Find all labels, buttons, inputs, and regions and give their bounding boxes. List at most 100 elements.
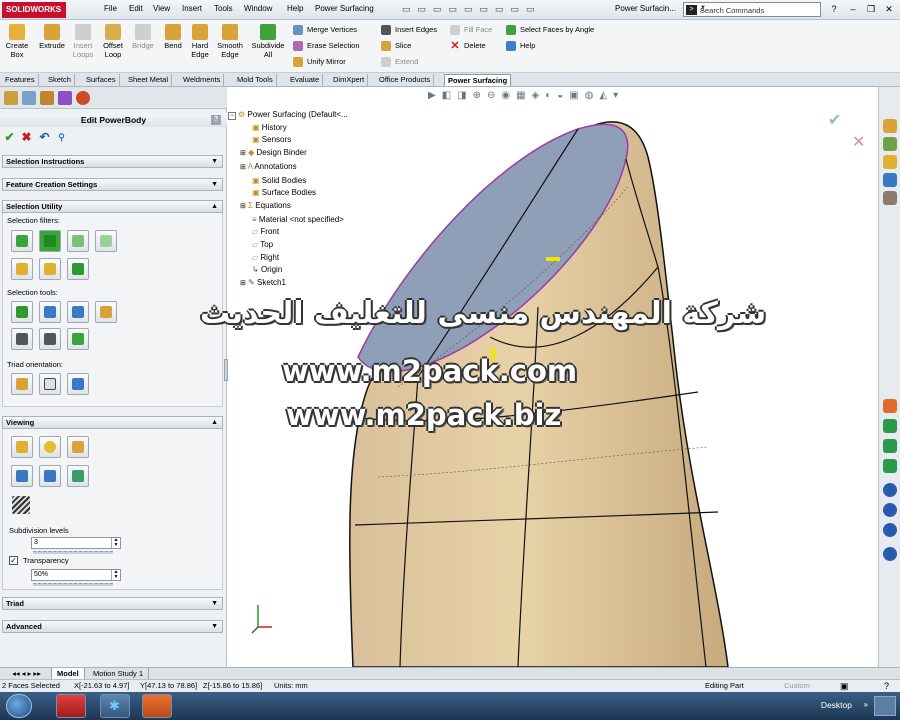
help-icon[interactable]: ?: [826, 3, 842, 16]
display-manager-icon[interactable]: [76, 91, 90, 105]
expand-toggle-icon[interactable]: ⊞: [240, 280, 246, 287]
tree-item-sensors[interactable]: ▣ Sensors: [228, 134, 388, 147]
unit-system[interactable]: Custom: [784, 680, 810, 692]
offset-loop-button[interactable]: Offset Loop: [98, 24, 128, 59]
bridge-button[interactable]: Bridge: [128, 24, 158, 51]
tab-office-products[interactable]: Office Products: [376, 74, 435, 86]
section-selection-utility[interactable]: Selection Utility ▲: [2, 200, 223, 213]
tab-mold-tools[interactable]: Mold Tools: [234, 74, 277, 86]
undo-icon[interactable]: ↶: [38, 131, 51, 144]
create-box-button[interactable]: Create Box: [2, 24, 32, 59]
subdivision-levels-spinner[interactable]: 3 ▲ ▼: [31, 537, 121, 549]
desktop-toolbar[interactable]: Desktop: [821, 700, 852, 710]
tree-root[interactable]: − ⚙ Power Surfacing (Default<...: [228, 109, 388, 122]
menu-power-surfacing[interactable]: Power Surfacing: [315, 4, 374, 13]
cancel-x-icon[interactable]: ✖: [20, 131, 33, 144]
transparency-checkbox[interactable]: ✓: [9, 556, 18, 565]
tree-item-surface-bodies[interactable]: ▣ Surface Bodies: [228, 187, 388, 200]
filter-body-button[interactable]: [11, 258, 33, 280]
tree-item-history[interactable]: ▣ History: [228, 122, 388, 135]
file-explorer-icon[interactable]: [883, 155, 897, 169]
expand-toggle-icon[interactable]: ⊞: [240, 203, 246, 210]
tab-sketch[interactable]: Sketch: [45, 74, 75, 86]
taskbar-solidworks-icon[interactable]: [56, 694, 86, 718]
menu-file[interactable]: File: [104, 4, 117, 13]
start-button[interactable]: [6, 694, 32, 718]
pushpin-icon[interactable]: ⚲: [55, 131, 68, 144]
tab-dimxpert[interactable]: DimXpert: [330, 74, 369, 86]
taskbar-powerpoint-icon[interactable]: [142, 694, 172, 718]
smooth-edge-button[interactable]: Smooth Edge: [214, 24, 246, 59]
merge-vertices-button[interactable]: Merge Vertices: [293, 24, 357, 36]
resources-icon[interactable]: [883, 119, 897, 133]
view-cage-button[interactable]: [67, 436, 89, 458]
triad-normal-button[interactable]: [67, 373, 89, 395]
subdivision-slider[interactable]: [33, 551, 113, 554]
pm-help-icon[interactable]: ?: [211, 115, 221, 125]
hard-edge-button[interactable]: Hard Edge: [187, 24, 213, 59]
menu-window[interactable]: Window: [244, 4, 272, 13]
configuration-manager-icon[interactable]: [40, 91, 54, 105]
select-shrink-button[interactable]: [67, 301, 89, 323]
select-loop-button[interactable]: [95, 301, 117, 323]
spinner-arrows-icon[interactable]: ▲ ▼: [111, 570, 120, 580]
taskbar-app-icon[interactable]: ✱: [100, 694, 130, 718]
heads-up-view-toolbar[interactable]: ▶◧◨⊕⊖◉▦◈◐◒▣◍◭▾: [428, 90, 624, 101]
tree-item-right-plane[interactable]: ▱ Right: [228, 252, 388, 265]
menu-insert[interactable]: Insert: [182, 4, 202, 13]
unify-mirror-button[interactable]: Unify Mirror: [293, 56, 346, 68]
search-dropdown-icon[interactable]: ▼: [700, 5, 817, 11]
select-grow-button[interactable]: [39, 301, 61, 323]
filter-edge-button[interactable]: [67, 230, 89, 252]
search-commands[interactable]: > Search Commands ⌕ ▼: [683, 2, 821, 17]
close-icon[interactable]: ✕: [881, 3, 897, 16]
menu-edit[interactable]: Edit: [129, 4, 143, 13]
view-palette-icon[interactable]: [883, 173, 897, 187]
view-shaded-button[interactable]: [11, 436, 33, 458]
tab-motion-study-1[interactable]: Motion Study 1: [88, 668, 150, 679]
fill-face-button[interactable]: Fill Face: [450, 24, 492, 36]
tree-item-front-plane[interactable]: ▱ Front: [228, 226, 388, 239]
insert-loops-button[interactable]: Insert Loops: [68, 24, 98, 59]
microphone-icon[interactable]: [883, 419, 897, 433]
view-mesh-button[interactable]: [67, 465, 89, 487]
filter-face-button[interactable]: [39, 230, 61, 252]
transparency-slider[interactable]: [33, 583, 113, 586]
tree-item-design-binder[interactable]: ⊞ ◆ Design Binder: [228, 147, 388, 161]
section-selection-instructions[interactable]: Selection Instructions ▼: [2, 155, 223, 168]
minimize-icon[interactable]: –: [845, 3, 861, 16]
select-ring-button[interactable]: [11, 328, 33, 350]
bend-button[interactable]: Bend: [160, 24, 186, 51]
rebuild-icon[interactable]: ▣: [840, 680, 849, 692]
feature-manager-icon[interactable]: [4, 91, 18, 105]
view-edges-button[interactable]: [39, 465, 61, 487]
menu-view[interactable]: View: [153, 4, 170, 13]
zebra-stripes-button[interactable]: [11, 495, 33, 517]
tree-item-annotations[interactable]: ⊞ A Annotations: [228, 161, 388, 175]
appearances-icon[interactable]: [883, 191, 897, 205]
pause-icon[interactable]: [883, 483, 897, 497]
erase-selection-button[interactable]: Erase Selection: [293, 40, 360, 52]
filter-loop-button[interactable]: [67, 258, 89, 280]
view-vertices-button[interactable]: [11, 465, 33, 487]
collapse-toggle-icon[interactable]: −: [228, 112, 236, 120]
extend-button[interactable]: Extend: [381, 56, 418, 68]
arrow-icon[interactable]: [883, 523, 897, 537]
tab-surfaces[interactable]: Surfaces: [83, 74, 120, 86]
display-icon[interactable]: [883, 459, 897, 473]
select-path-button[interactable]: [39, 328, 61, 350]
select-all-button[interactable]: [11, 301, 33, 323]
slice-button[interactable]: Slice: [381, 40, 411, 52]
tree-item-material[interactable]: ≡ Material <not specified>: [228, 214, 388, 227]
desktop-chevron-icon[interactable]: »: [864, 700, 868, 709]
restore-icon[interactable]: ❐: [863, 3, 879, 16]
camera-icon[interactable]: [883, 439, 897, 453]
pencil-icon[interactable]: [883, 547, 897, 561]
property-manager-icon[interactable]: [22, 91, 36, 105]
help-button[interactable]: Help: [506, 40, 535, 52]
section-advanced[interactable]: Advanced ▼: [2, 620, 223, 633]
cancel-x-icon[interactable]: ✕: [852, 132, 865, 152]
menu-help[interactable]: Help: [287, 4, 303, 13]
menu-tools[interactable]: Tools: [214, 4, 233, 13]
help-status-icon[interactable]: ?: [884, 680, 889, 692]
